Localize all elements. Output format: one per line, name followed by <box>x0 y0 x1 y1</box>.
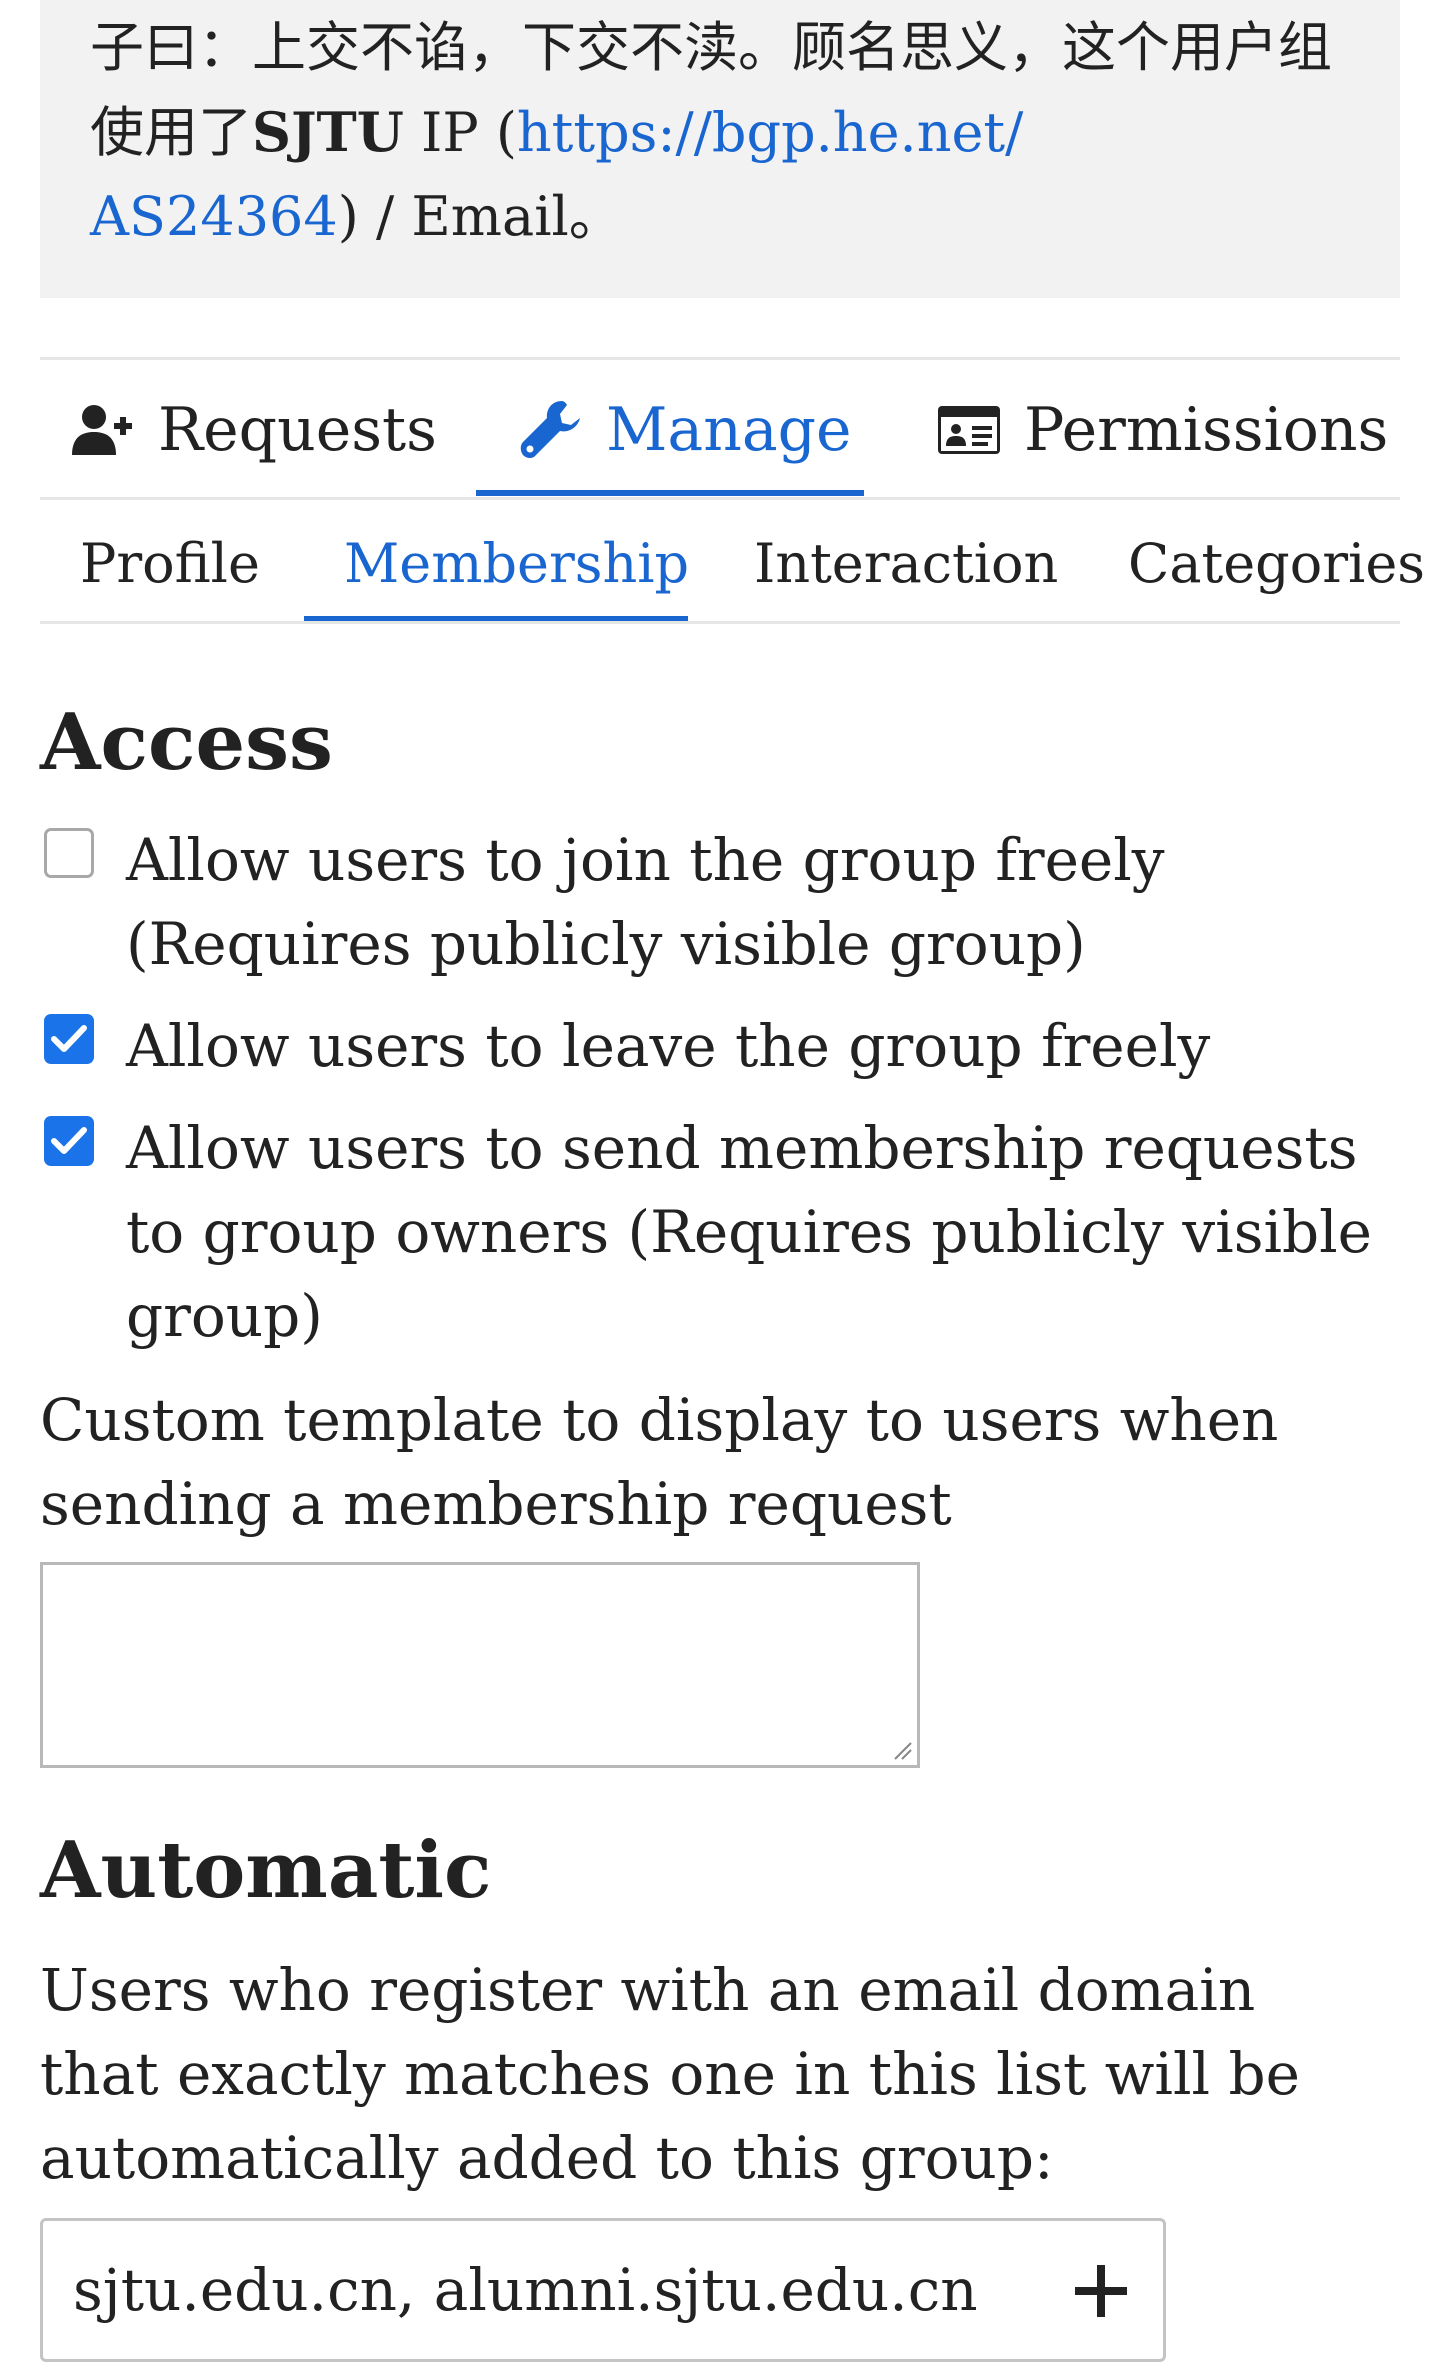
divider <box>40 621 1400 624</box>
access-heading: Access <box>40 697 333 788</box>
tab-manage-underline <box>476 490 864 496</box>
template-label: Custom template to display to users when… <box>40 1386 1279 1538</box>
leave-freely-checkbox[interactable] <box>44 1014 94 1064</box>
option-leave-freely[interactable]: Allow users to leave the group freely <box>44 1004 1376 1088</box>
resize-grip-icon[interactable] <box>891 1739 913 1761</box>
description-ip-text: IP ( <box>403 101 517 164</box>
option-membership-requests[interactable]: Allow users to send membership requests … <box>44 1106 1396 1358</box>
add-icon[interactable] <box>1073 2263 1129 2319</box>
tab-manage[interactable]: Manage <box>520 395 852 465</box>
option-join-freely[interactable]: Allow users to join the group freely (Re… <box>44 818 1376 986</box>
join-freely-checkbox[interactable] <box>44 828 94 878</box>
page: 子曰：上交不谄，下交不渎。顾名思义，这个用户组使用了SJTU IP (https… <box>0 0 1440 2368</box>
automatic-heading: Automatic <box>40 1825 492 1916</box>
automatic-description: Users who register with an email domain … <box>40 1956 1300 2192</box>
description-tail: ) / Email。 <box>337 185 623 248</box>
subtab-categories[interactable]: Categories <box>1128 532 1425 596</box>
tab-requests[interactable]: Requests <box>70 395 437 465</box>
email-domains-input[interactable]: sjtu.edu.cn, alumni.sjtu.edu.cn <box>40 2218 1166 2362</box>
checkmark-icon <box>51 1127 87 1154</box>
email-domains-value: sjtu.edu.cn, alumni.sjtu.edu.cn <box>73 2256 978 2324</box>
leave-freely-label: Allow users to leave the group freely <box>126 1012 1211 1080</box>
subtab-profile[interactable]: Profile <box>80 532 260 596</box>
membership-template-textarea[interactable] <box>40 1562 920 1768</box>
id-card-icon <box>938 406 1000 454</box>
user-plus-icon <box>72 405 132 455</box>
divider <box>40 357 1400 360</box>
subtab-interaction[interactable]: Interaction <box>754 532 1058 596</box>
tab-requests-label: Requests <box>158 395 437 465</box>
subtab-membership[interactable]: Membership <box>344 532 689 596</box>
membership-requests-label: Allow users to send membership requests … <box>126 1114 1373 1350</box>
divider <box>40 497 1400 500</box>
checkmark-icon <box>51 1025 87 1052</box>
tab-permissions-label: Permissions <box>1024 395 1389 465</box>
membership-requests-checkbox[interactable] <box>44 1116 94 1166</box>
description-bold: SJTU <box>252 100 404 164</box>
wrench-icon <box>520 401 580 458</box>
join-freely-label: Allow users to join the group freely (Re… <box>126 826 1165 978</box>
tab-manage-label: Manage <box>606 395 852 465</box>
group-description: 子曰：上交不谄，下交不渎。顾名思义，这个用户组使用了SJTU IP (https… <box>40 0 1400 298</box>
tab-permissions[interactable]: Permissions <box>938 395 1388 465</box>
